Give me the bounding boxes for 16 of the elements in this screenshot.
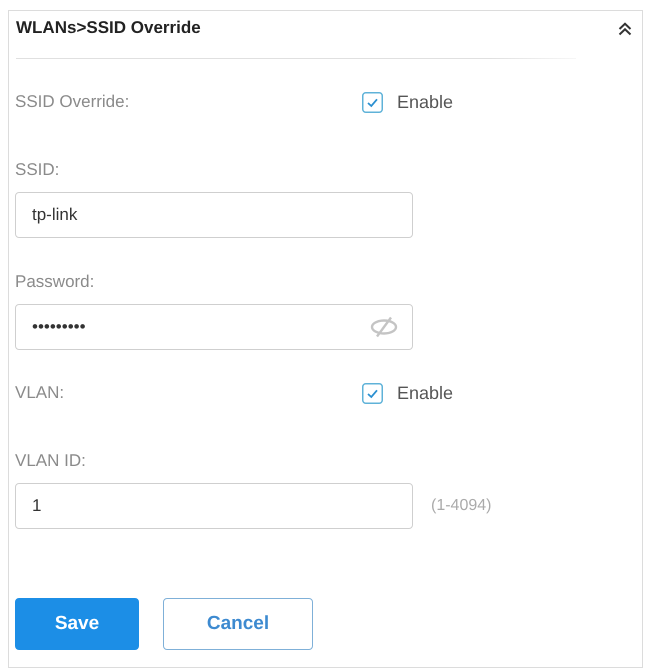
field-label: SSID Override: (15, 92, 130, 111)
text-field[interactable]: tp-link (15, 192, 413, 238)
checkbox[interactable] (362, 92, 383, 112)
panel-title: WLANs>SSID Override (16, 18, 201, 38)
field-label: VLAN ID: (15, 451, 86, 470)
field-label: Password: (15, 272, 94, 291)
collapse-chevron-icon[interactable] (618, 22, 632, 36)
field-label: VLAN: (15, 383, 64, 402)
cancel-button[interactable]: Cancel (163, 598, 313, 650)
range-hint: (1-4094) (431, 497, 492, 515)
field-label: SSID: (15, 160, 60, 179)
checkbox[interactable] (362, 382, 383, 404)
checkbox-label[interactable]: Enable (397, 92, 454, 112)
text-field[interactable]: 1 (15, 483, 413, 529)
password-field[interactable]: ••••••••• (15, 304, 413, 350)
checkbox-label[interactable]: Enable (397, 382, 454, 404)
